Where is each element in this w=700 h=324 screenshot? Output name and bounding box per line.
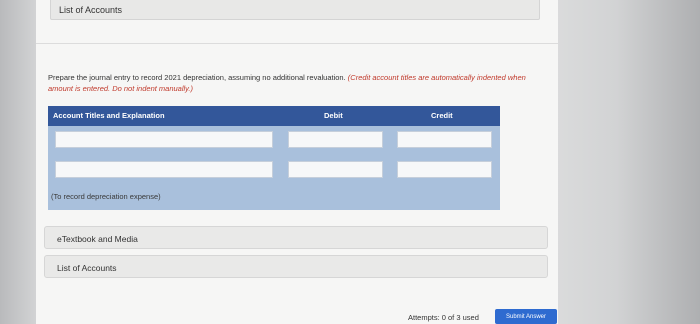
credit-input-2[interactable] [397, 161, 492, 178]
etextbook-media-label: eTextbook and Media [57, 234, 138, 244]
question-instructions: Prepare the journal entry to record 2021… [48, 72, 548, 94]
journal-memo: (To record depreciation expense) [51, 192, 161, 201]
list-of-accounts-link[interactable]: List of Accounts [44, 255, 548, 278]
instruction-text: Prepare the journal entry to record 2021… [48, 73, 346, 82]
account-title-input-1[interactable] [55, 131, 273, 148]
account-title-input-2[interactable] [55, 161, 273, 178]
journal-header: Account Titles and Explanation Debit Cre… [48, 106, 500, 126]
journal-entry-table: Account Titles and Explanation Debit Cre… [48, 106, 500, 210]
divider [36, 43, 558, 44]
submit-answer-button[interactable]: Submit Answer [495, 309, 557, 324]
header-debit: Debit [324, 111, 343, 120]
list-of-accounts-label-top: List of Accounts [59, 5, 123, 15]
debit-input-2[interactable] [288, 161, 383, 178]
header-credit: Credit [431, 111, 453, 120]
attempts-counter: Attempts: 0 of 3 used [408, 313, 479, 322]
list-of-accounts-bar-top[interactable]: List of Accounts [50, 0, 540, 20]
list-of-accounts-label: List of Accounts [57, 263, 117, 273]
etextbook-media-link[interactable]: eTextbook and Media [44, 226, 548, 249]
debit-input-1[interactable] [288, 131, 383, 148]
credit-input-1[interactable] [397, 131, 492, 148]
header-account-titles: Account Titles and Explanation [53, 111, 165, 120]
